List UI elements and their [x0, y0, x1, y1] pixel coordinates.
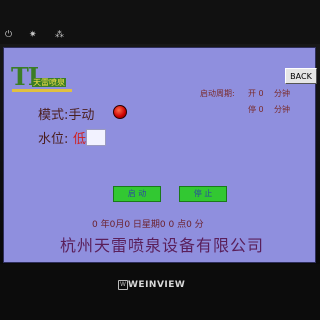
- hmi-device: ⏻ ✷ ⁂ TL 天雷喷泉 BACK 启动周期: 开 0 分钟 停 0 分钟 模…: [0, 0, 320, 320]
- date-time-display: 0 年0月0 日星期0 0 点0 分: [92, 220, 204, 230]
- back-button[interactable]: BACK: [285, 68, 317, 84]
- off-minutes-value[interactable]: 停 0: [248, 104, 264, 115]
- start-period-label: 启动周期:: [200, 89, 235, 98]
- device-bottom-bezel: [0, 264, 320, 320]
- device-top-bezel: ⏻ ✷ ⁂: [0, 0, 320, 44]
- water-level-indicator: [86, 129, 106, 146]
- company-name: 杭州天雷喷泉设备有限公司: [60, 236, 265, 255]
- brand-logo-icon: W: [118, 280, 128, 290]
- network-icon: ⁂: [55, 30, 64, 40]
- off-minutes-unit: 分钟: [274, 105, 290, 114]
- on-minutes-unit: 分钟: [274, 89, 290, 98]
- brightness-icon[interactable]: ✷: [29, 30, 37, 40]
- on-minutes-value[interactable]: 开 0: [248, 88, 264, 99]
- brand-name: WEINVIEW: [128, 280, 186, 290]
- power-icon[interactable]: ⏻: [5, 30, 12, 40]
- water-level-value: 低: [73, 132, 87, 147]
- mode-indicator-lamp[interactable]: [113, 105, 127, 119]
- mode-label: 模式:手动: [38, 108, 95, 123]
- stop-button[interactable]: 停 止: [179, 186, 227, 202]
- logo-subtitle: 天雷喷泉: [32, 78, 66, 87]
- start-button[interactable]: 启 动: [113, 186, 161, 202]
- logo-underline: [12, 89, 72, 92]
- water-level-label: 水位:: [38, 132, 69, 147]
- hmi-screen: TL 天雷喷泉 BACK 启动周期: 开 0 分钟 停 0 分钟 模式:手动 水…: [3, 47, 317, 263]
